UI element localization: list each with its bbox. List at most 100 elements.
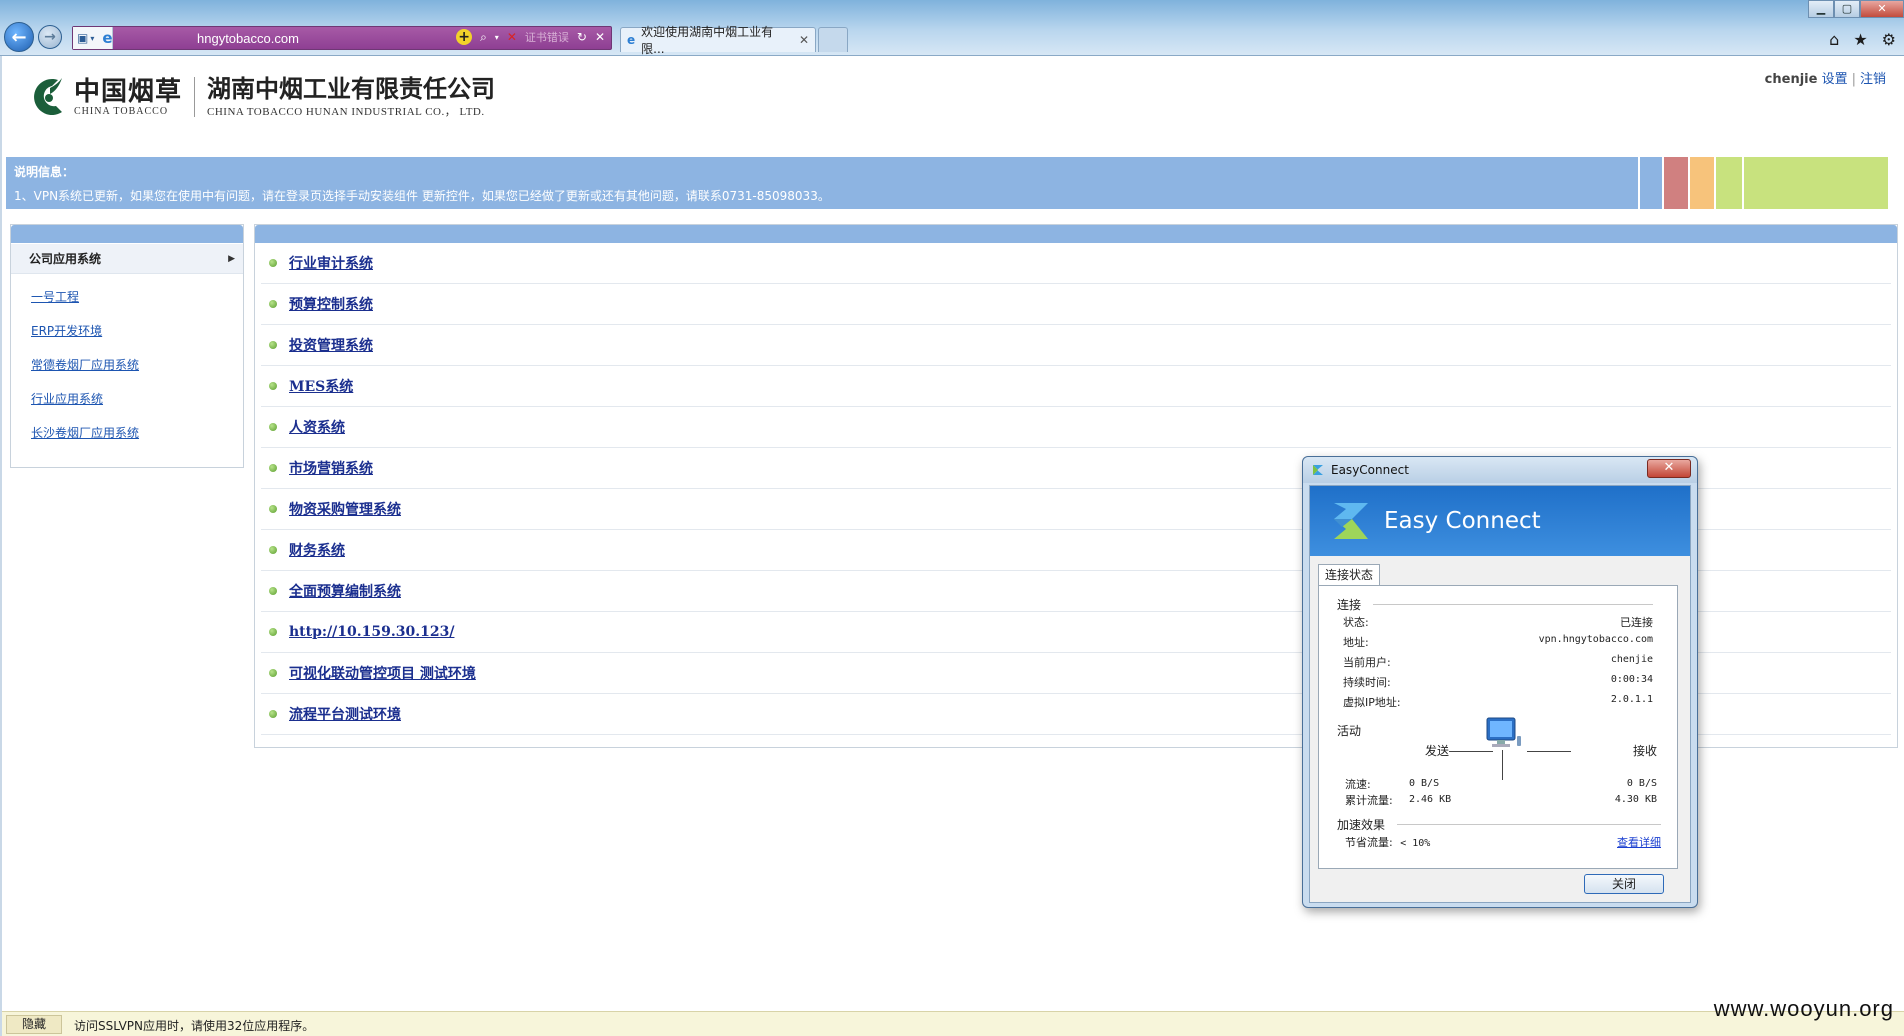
cert-error-icon[interactable]: ✕ xyxy=(507,30,517,44)
settings-link[interactable]: 设置 xyxy=(1822,72,1848,87)
section-label: 活动 xyxy=(1337,724,1362,738)
speed-recv: 0 B/S xyxy=(1627,776,1657,789)
app-link[interactable]: http://10.159.30.123/ xyxy=(289,624,454,640)
easyconnect-dialog: EasyConnect ✕ Easy Connect 连接状态 连接 状态: 已… xyxy=(1302,456,1698,908)
bullet-icon xyxy=(269,546,277,554)
app-link[interactable]: 流程平台测试环境 xyxy=(289,704,401,724)
view-details-link[interactable]: 查看详细 xyxy=(1617,834,1661,850)
field-row: 地址: vpn.hngytobacco.com xyxy=(1343,634,1653,650)
compat-view-icon[interactable]: ▣ ▾ e xyxy=(73,27,113,49)
company-cn: 湖南中烟工业有限责任公司 xyxy=(207,74,496,103)
company-block: 湖南中烟工业有限责任公司 CHINA TOBACCO HUNAN INDUSTR… xyxy=(207,75,495,119)
bullet-icon xyxy=(269,710,277,718)
dialog-brand: Easy Connect xyxy=(1384,508,1541,534)
brand-block: 中国烟草 CHINA TOBACCO xyxy=(74,78,182,117)
color-stripes xyxy=(1638,157,1888,209)
sidebar-link[interactable]: 行业应用系统 xyxy=(31,392,103,406)
total-recv: 4.30 KB xyxy=(1615,792,1657,805)
bullet-icon xyxy=(269,628,277,636)
app-link[interactable]: 行业审计系统 xyxy=(289,253,373,273)
field-value: 已连接 xyxy=(1620,616,1653,629)
app-link[interactable]: 财务系统 xyxy=(289,540,345,560)
sidebar-heading-label: 公司应用系统 xyxy=(29,252,102,266)
minimize-button[interactable]: ▁ xyxy=(1808,0,1834,18)
browser-toolbar: ← → ▣ ▾ e hngytobacco.com + ⌕ ▾ ✕ 证书错误 ↻ … xyxy=(0,0,1904,56)
search-icon[interactable]: ⌕ xyxy=(480,30,487,45)
app-link[interactable]: 物资采购管理系统 xyxy=(289,499,401,519)
add-icon[interactable]: + xyxy=(456,29,473,45)
saved-label: 节省流量: xyxy=(1345,836,1393,849)
page-icon: ▣ xyxy=(77,31,89,45)
new-tab-button[interactable] xyxy=(818,27,848,52)
close-window-button[interactable]: ✕ xyxy=(1860,0,1904,18)
sidebar-link[interactable]: 一号工程 xyxy=(31,290,79,304)
sidebar-link[interactable]: 长沙卷烟厂应用系统 xyxy=(31,426,139,440)
bullet-icon xyxy=(269,505,277,513)
app-link[interactable]: 预算控制系统 xyxy=(289,294,373,314)
hide-button[interactable]: 隐藏 xyxy=(6,1015,62,1034)
dialog-titlebar[interactable]: EasyConnect xyxy=(1303,457,1697,483)
dialog-body: Easy Connect 连接状态 连接 状态: 已连接 地址: vpn.hng… xyxy=(1309,485,1691,903)
field-row: 当前用户: chenjie xyxy=(1343,654,1653,670)
sidebar-heading[interactable]: 公司应用系统 ▶ xyxy=(11,244,243,274)
sidebar-link[interactable]: 常德卷烟厂应用系统 xyxy=(31,358,139,372)
app-link[interactable]: 投资管理系统 xyxy=(289,335,373,355)
dialog-title: EasyConnect xyxy=(1331,463,1409,477)
field-value: 0:00:34 xyxy=(1610,674,1653,685)
close-tab-icon[interactable]: ✕ xyxy=(799,33,809,47)
section-label: 连接 xyxy=(1337,598,1362,612)
activity-divider xyxy=(1502,750,1503,780)
notice-message: 1、VPN系统已更新，如果您在使用中有问题，请在登录页选择手动安装组件 更新控件… xyxy=(14,189,830,203)
stop-icon[interactable]: ✕ xyxy=(595,30,605,44)
stripe xyxy=(1714,157,1742,209)
home-icon[interactable]: ⌂ xyxy=(1829,30,1839,49)
speed-send: 0 B/S xyxy=(1409,776,1439,789)
sidebar-link[interactable]: ERP开发环境 xyxy=(31,324,102,338)
app-item: 人资系统 xyxy=(261,407,1891,448)
section-divider xyxy=(1373,604,1654,605)
bullet-icon xyxy=(269,341,277,349)
connection-section: 连接 xyxy=(1337,596,1654,613)
maximize-button[interactable]: ▢ xyxy=(1834,0,1860,18)
close-button[interactable]: 关闭 xyxy=(1584,874,1664,894)
address-bar[interactable]: ▣ ▾ e hngytobacco.com + ⌕ ▾ ✕ 证书错误 ↻ ✕ xyxy=(72,26,612,50)
dialog-banner: Easy Connect xyxy=(1310,486,1690,556)
url-text[interactable]: hngytobacco.com xyxy=(197,31,299,46)
field-row: 持续时间: 0:00:34 xyxy=(1343,674,1653,690)
bullet-icon xyxy=(269,669,277,677)
dropdown-icon[interactable]: ▾ xyxy=(495,33,499,42)
cert-error-label[interactable]: 证书错误 xyxy=(525,29,569,45)
gear-icon[interactable]: ⚙ xyxy=(1882,30,1896,49)
stripe xyxy=(1742,157,1888,209)
browser-tab[interactable]: e 欢迎使用湖南中烟工业有限... ✕ xyxy=(620,25,816,56)
app-link[interactable]: 全面预算编制系统 xyxy=(289,581,401,601)
back-button[interactable]: ← xyxy=(4,22,34,52)
company-logo: 中国烟草 CHINA TOBACCO 湖南中烟工业有限责任公司 CHINA TO… xyxy=(28,74,495,120)
window-controls: ▁ ▢ ✕ xyxy=(1808,0,1904,18)
forward-button[interactable]: → xyxy=(38,25,62,49)
bullet-icon xyxy=(269,382,277,390)
saved-row: 节省流量: < 10% xyxy=(1345,834,1430,850)
receive-line xyxy=(1527,751,1571,752)
speed-send-value: 0 B/S xyxy=(1409,778,1440,789)
app-link[interactable]: MES系统 xyxy=(289,376,353,396)
logout-link[interactable]: 注销 xyxy=(1860,72,1886,87)
app-link[interactable]: 可视化联动管控项目 测试环境 xyxy=(289,663,476,683)
section-divider xyxy=(1397,824,1662,825)
brand-cn: 中国烟草 xyxy=(74,76,183,107)
refresh-icon[interactable]: ↻ xyxy=(577,30,587,44)
computer-icon xyxy=(1486,717,1521,747)
app-link[interactable]: 人资系统 xyxy=(289,417,345,437)
caret-right-icon: ▶ xyxy=(228,253,235,264)
user-bar: chenjie 设置 | 注销 xyxy=(1765,68,1886,87)
stripe xyxy=(1662,157,1688,209)
tab-connection-status[interactable]: 连接状态 xyxy=(1318,564,1381,586)
app-item: 预算控制系统 xyxy=(261,284,1891,325)
bullet-icon xyxy=(269,300,277,308)
favorites-icon[interactable]: ★ xyxy=(1853,30,1867,49)
company-en: CHINA TOBACCO HUNAN INDUSTRIAL CO.， LTD. xyxy=(207,106,485,118)
tab-title: 欢迎使用湖南中烟工业有限... xyxy=(641,25,774,56)
app-link[interactable]: 市场营销系统 xyxy=(289,458,373,478)
dialog-close-button[interactable]: ✕ xyxy=(1647,459,1691,478)
bullet-icon xyxy=(269,423,277,431)
